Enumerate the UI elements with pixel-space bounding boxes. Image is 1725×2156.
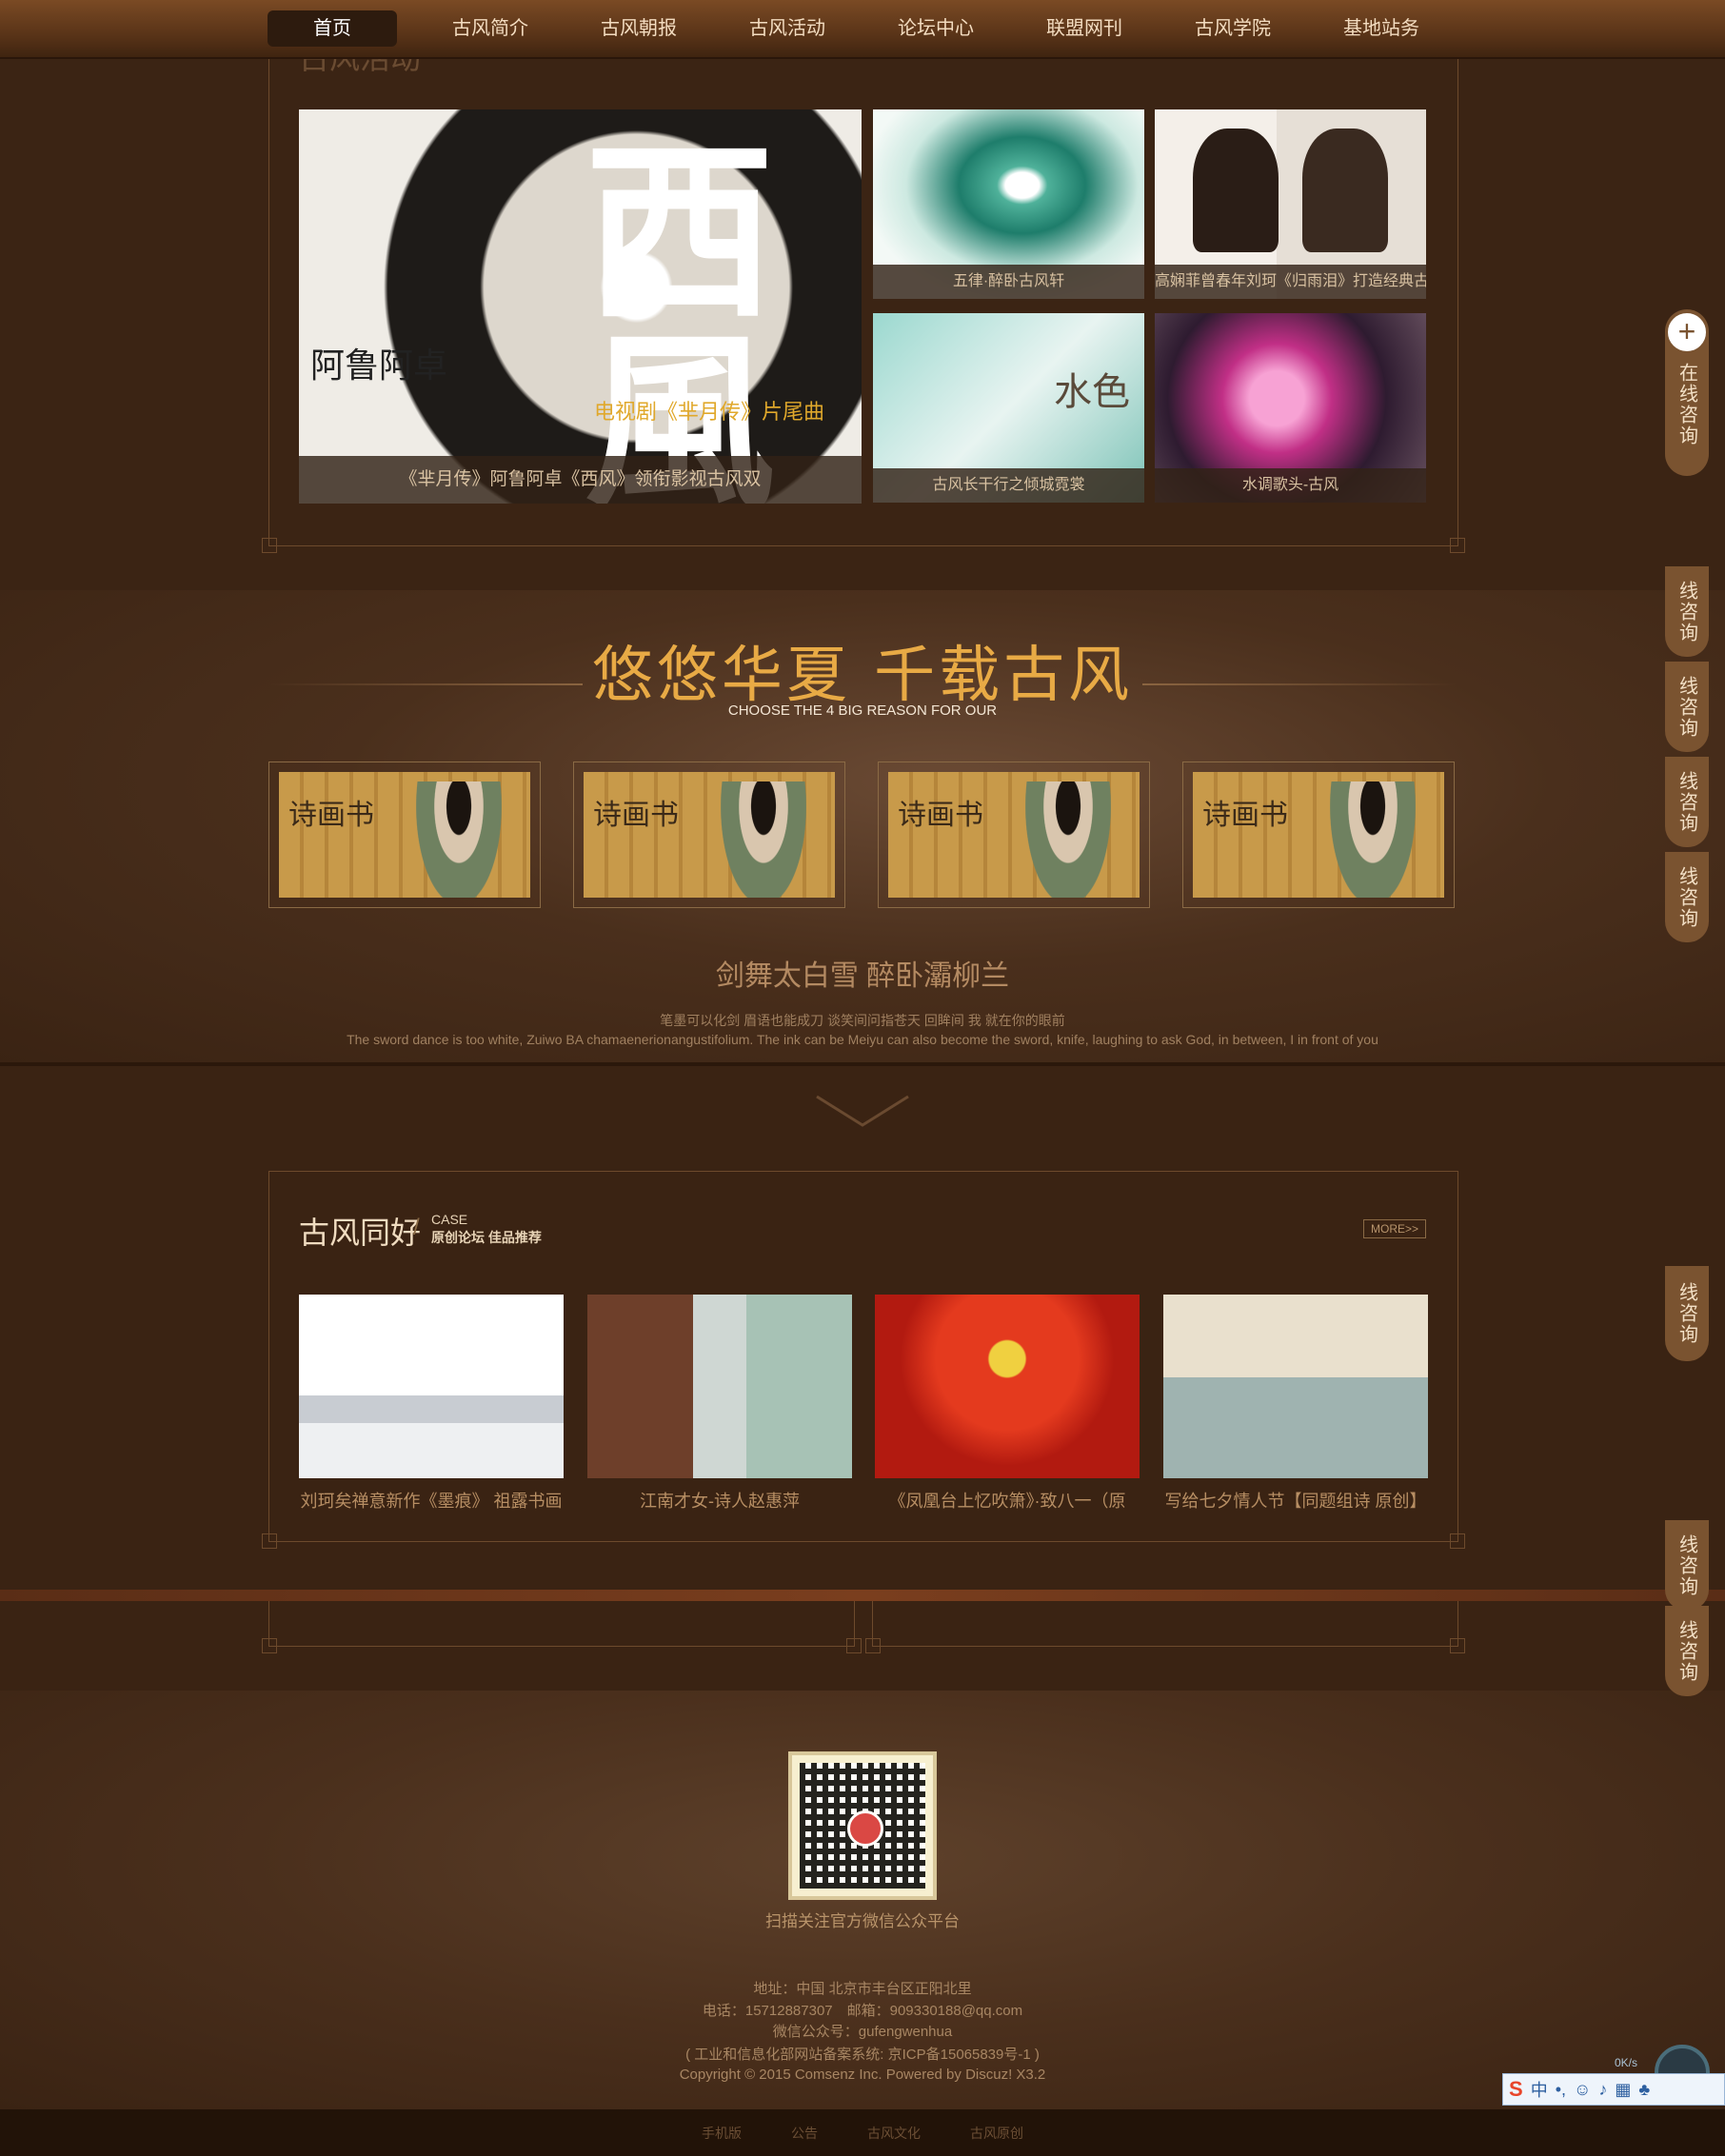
reason-subtitle: CHOOSE THE 4 BIG REASON FOR OUR	[727, 702, 998, 719]
activity-tile[interactable]: 高娴菲曾春年刘珂《归雨泪》打造经典古	[1155, 109, 1426, 299]
case-image	[587, 1295, 852, 1478]
case-title-slash: /	[413, 1215, 420, 1240]
reason-card-image: 诗画书	[1193, 772, 1444, 898]
nav-item-news[interactable]: 古风朝报	[565, 10, 713, 47]
empty-frame-right	[865, 1601, 1465, 1653]
case-card[interactable]: 刘珂矣禅意新作《墨痕》 祖露书画	[299, 1295, 564, 1513]
activity-tile[interactable]: 水色 古风长干行之倾城霓裳	[873, 313, 1144, 503]
footer-link-original[interactable]: 古风原创	[970, 2124, 1023, 2143]
reason-card-calligraphy: 诗画书	[898, 799, 983, 832]
emoji-icon[interactable]: ☺	[1574, 2080, 1591, 2100]
online-consult-tab[interactable]: 线咨询	[1665, 1520, 1709, 1611]
nav-item-magazine[interactable]: 联盟网刊	[1010, 10, 1159, 47]
reason-card[interactable]: 诗画书	[268, 762, 541, 908]
case-image	[299, 1295, 564, 1478]
reason-card[interactable]: 诗画书	[878, 762, 1150, 908]
footer-copyright: Copyright © 2015 Comsenz Inc. Powered by…	[679, 2067, 1046, 2083]
case-card-title: 江南才女-诗人赵惠萍	[640, 1492, 800, 1511]
reason-section: 悠悠华夏 千载古风 CHOOSE THE 4 BIG REASON FOR OU…	[0, 590, 1725, 1066]
reason-card-calligraphy: 诗画书	[288, 799, 374, 832]
network-speed-label: 0K/s	[1615, 2056, 1638, 2069]
top-navigation: 首页 古风简介 古风朝报 古风活动 论坛中心 联盟网刊 古风学院 基地站务	[0, 0, 1725, 59]
wechat-qr-code	[788, 1751, 937, 1900]
activity-section: 古风活动 西風 阿鲁阿卓 电视剧《芈月传》片尾曲 《芈月传》阿鲁阿卓《西风》领衔…	[0, 0, 1725, 590]
online-consult-tab[interactable]: 线咨询	[1665, 1266, 1709, 1361]
reason-card-image: 诗画书	[279, 772, 530, 898]
calligraphy-art: 西風	[585, 121, 776, 504]
activity-caption: 高娴菲曾春年刘珂《归雨泪》打造经典古	[1155, 265, 1426, 299]
bottom-links: 手机版 公告 古风文化 古风原创	[0, 2109, 1725, 2156]
reason-card-image: 诗画书	[584, 772, 835, 898]
empty-frame-left	[262, 1601, 862, 1653]
ime-toolbar[interactable]: S 中 •, ☺ ♪ ▦ ♣	[1502, 2073, 1725, 2106]
footer-address: 地址：中国 北京市丰台区正阳北里	[753, 1981, 972, 1997]
online-consult-tab[interactable]: 线咨询	[1665, 852, 1709, 942]
online-consult-tab[interactable]: 线咨询	[1665, 662, 1709, 752]
activity-tile[interactable]: 水调歌头-古风	[1155, 313, 1426, 503]
reason-card-calligraphy: 诗画书	[1202, 799, 1288, 832]
case-card-title: 《凤凰台上忆吹箫》·致八一（原	[888, 1492, 1126, 1511]
case-card[interactable]: 江南才女-诗人赵惠萍	[587, 1295, 852, 1513]
nav-item-base-affairs[interactable]: 基地站务	[1307, 10, 1456, 47]
poem-chinese: 笔墨可以化剑 眉语也能成刀 谈笑间问指苍天 回眸间 我 就在你的眼前	[660, 1013, 1065, 1028]
sogou-logo-icon: S	[1509, 2077, 1523, 2101]
activity-caption: 水调歌头-古风	[1155, 468, 1426, 503]
activity-caption: 《芈月传》阿鲁阿卓《西风》领衔影视古风双	[299, 456, 862, 504]
footer-icp[interactable]: ( 工业和信息化部网站备案系统: 京ICP备15065839号-1 )	[0, 2044, 1725, 2064]
nav-item-activities[interactable]: 古风活动	[713, 10, 862, 47]
activity-tile-main[interactable]: 西風 阿鲁阿卓 电视剧《芈月传》片尾曲 《芈月传》阿鲁阿卓《西风》领衔影视古风双	[299, 109, 862, 504]
nav-item-forum[interactable]: 论坛中心	[862, 10, 1010, 47]
portrait-figure	[1193, 129, 1279, 252]
footer-link-notice[interactable]: 公告	[791, 2124, 818, 2143]
case-card-title: 写给七夕情人节【同题组诗 原创】	[1164, 1492, 1427, 1511]
more-button[interactable]: MORE>>	[1363, 1219, 1426, 1238]
reason-card-image: 诗画书	[888, 772, 1140, 898]
activity-caption: 古风长干行之倾城霓裳	[873, 468, 1144, 503]
case-title-en: CASE	[431, 1212, 468, 1227]
case-title: 古风同好	[299, 1216, 422, 1250]
case-subtitle: 原创论坛 佳品推荐	[431, 1230, 542, 1245]
online-consult-tab[interactable]: 线咨询	[1665, 1606, 1709, 1696]
nav-item-academy[interactable]: 古风学院	[1159, 10, 1307, 47]
ink-signature: 阿鲁阿卓	[310, 346, 448, 386]
chevron-down-icon[interactable]	[815, 1093, 910, 1131]
activity-tile[interactable]: 五律·醉卧古风轩	[873, 109, 1144, 299]
nav-item-home[interactable]: 首页	[268, 10, 397, 47]
microphone-icon[interactable]: ♪	[1598, 2080, 1607, 2100]
keyboard-icon[interactable]: ▦	[1615, 2080, 1631, 2100]
case-card[interactable]: 《凤凰台上忆吹箫》·致八一（原	[875, 1295, 1140, 1513]
footer-contact: 电话：15712887307 邮箱：909330188@qq.com	[702, 2003, 1023, 2019]
punctuation-icon[interactable]: •,	[1556, 2080, 1566, 2100]
section-divider	[0, 1590, 1725, 1601]
activity-main-art-text: 电视剧《芈月传》片尾曲	[594, 400, 825, 424]
case-card[interactable]: 写给七夕情人节【同题组诗 原创】	[1163, 1295, 1428, 1513]
skin-icon[interactable]: ♣	[1638, 2080, 1650, 2100]
footer: 扫描关注官方微信公众平台 地址：中国 北京市丰台区正阳北里 电话：1571288…	[0, 1691, 1725, 2109]
ime-mode-label[interactable]: 中	[1531, 2077, 1548, 2102]
plus-icon[interactable]: +	[1666, 311, 1708, 353]
footer-wechat: 微信公众号：gufengwenhua	[772, 2024, 953, 2040]
poem-english: The sword dance is too white, Zuiwo BA c…	[347, 1032, 1378, 1047]
online-consult-tab[interactable]: 线咨询	[1665, 757, 1709, 847]
case-card-title: 刘珂矣禅意新作《墨痕》 祖露书画	[300, 1492, 563, 1511]
footer-link-culture[interactable]: 古风文化	[867, 2124, 921, 2143]
case-image	[1163, 1295, 1428, 1478]
qr-pattern	[800, 1763, 925, 1889]
nav-item-intro[interactable]: 古风简介	[416, 10, 565, 47]
footer-link-mobile[interactable]: 手机版	[702, 2124, 742, 2143]
reason-card[interactable]: 诗画书	[1182, 762, 1455, 908]
case-image	[875, 1295, 1140, 1478]
reason-card[interactable]: 诗画书	[573, 762, 845, 908]
poem-title: 剑舞太白雪 醉卧灞柳兰	[715, 960, 1010, 992]
qr-caption: 扫描关注官方微信公众平台	[765, 1912, 960, 1930]
reason-title: 悠悠华夏 千载古风	[591, 641, 1134, 711]
activity-caption: 五律·醉卧古风轩	[873, 265, 1144, 299]
calligraphy-art: 水色	[1054, 370, 1130, 414]
reason-card-calligraphy: 诗画书	[593, 799, 679, 832]
online-consult-tab[interactable]: 线咨询	[1665, 566, 1709, 657]
portrait-figure	[1302, 129, 1388, 252]
